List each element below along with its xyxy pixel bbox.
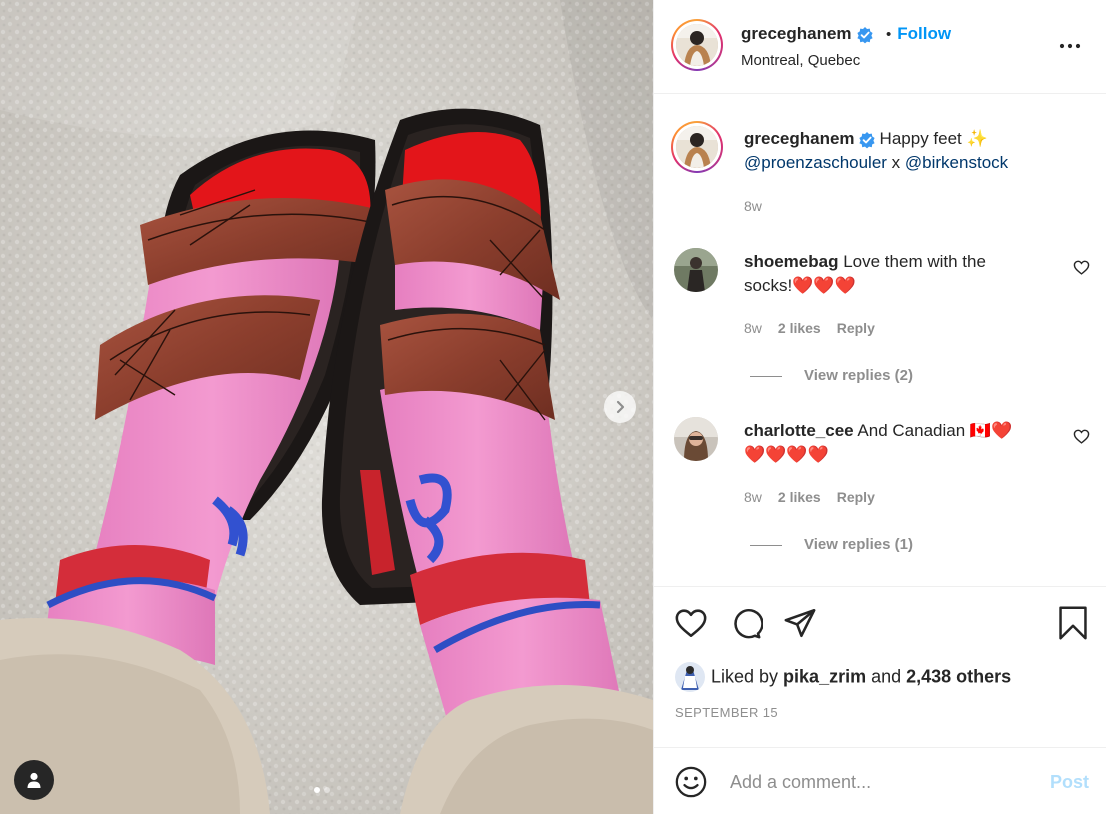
comment-text: ❤️❤️❤️❤️ (744, 445, 829, 464)
comment-bubble-icon[interactable] (729, 606, 763, 640)
comment-reply-button[interactable]: Reply (837, 489, 875, 505)
more-horizontal-icon (1059, 43, 1081, 49)
view-replies-line (750, 545, 782, 546)
likes-mid: and (866, 666, 907, 687)
liker-avatar-image (675, 662, 705, 692)
user-tags-button[interactable] (14, 760, 54, 800)
comments-list[interactable]: greceghanem Happy feet ✨ @proenzaschouler… (654, 94, 1106, 587)
comment-age[interactable]: 8w (744, 320, 762, 336)
carousel-next-button[interactable] (604, 391, 636, 423)
comment-text: And Canadian 🇨🇦❤️ (857, 421, 1013, 440)
comment-text: Love them with the (843, 252, 986, 271)
caption-avatar-image (676, 126, 718, 168)
post-caption: greceghanem Happy feet ✨ @proenzaschouler… (744, 127, 1074, 175)
post-photo[interactable] (0, 0, 653, 814)
user-tag-icon (27, 772, 41, 788)
comment-likes-count[interactable]: 2 likes (778, 320, 821, 336)
comment-text: socks!❤️❤️❤️ (744, 276, 856, 295)
author-avatar[interactable] (671, 19, 723, 71)
caption-author-avatar[interactable] (671, 121, 723, 173)
comment-body: charlotte_cee And Canadian 🇨🇦❤️ ❤️❤️❤️❤️ (744, 419, 1054, 467)
carousel-indicator (314, 787, 330, 793)
comment-likes-count[interactable]: 2 likes (778, 489, 821, 505)
post-location[interactable]: Montreal, Quebec (741, 52, 860, 69)
caption-mention-link[interactable]: @birkenstock (905, 153, 1008, 172)
bookmark-icon[interactable] (1056, 605, 1090, 641)
comment-input[interactable] (728, 768, 1032, 796)
author-username[interactable]: greceghanem (741, 24, 852, 43)
paper-plane-icon[interactable] (783, 606, 817, 640)
comment-reply-button[interactable]: Reply (837, 320, 875, 336)
post-dialog: greceghanem • Follow Montreal, Quebec gr… (0, 0, 1106, 814)
liker-avatar[interactable] (675, 662, 705, 692)
heart-icon[interactable] (674, 606, 708, 640)
comment-meta: 8w 2 likes Reply (744, 320, 875, 336)
photo-scene (0, 0, 653, 814)
view-replies-line (750, 376, 782, 377)
verified-badge-icon (858, 131, 875, 148)
carousel-dot-active (314, 787, 320, 793)
likes-prefix: Liked by (711, 666, 784, 687)
comment-avatar[interactable] (674, 417, 718, 461)
view-replies-button[interactable]: View replies (1) (804, 536, 913, 553)
liker-username[interactable]: pika_zrim (783, 667, 866, 687)
comment-body: shoemebag Love them with the socks!❤️❤️❤… (744, 250, 1054, 298)
likes-summary: Liked by pika_zrim and 2,438 others (675, 662, 1011, 692)
view-replies-button[interactable]: View replies (2) (804, 367, 913, 384)
caption-username[interactable]: greceghanem (744, 129, 855, 148)
more-options-button[interactable] (1058, 36, 1082, 61)
post-header: greceghanem • Follow Montreal, Quebec (654, 0, 1106, 94)
post-comment-button[interactable]: Post (1050, 772, 1089, 793)
add-comment-bar: Post (654, 747, 1106, 814)
comment-meta: 8w 2 likes Reply (744, 489, 875, 505)
follow-button[interactable]: Follow (897, 24, 951, 43)
caption-join-text: x (886, 153, 905, 172)
commenter-avatar-image (674, 248, 718, 292)
chevron-right-icon (616, 400, 625, 414)
comment-username[interactable]: charlotte_cee (744, 421, 854, 440)
emoji-smile-icon[interactable] (674, 765, 708, 799)
commenter-avatar-image (674, 417, 718, 461)
likes-others-link[interactable]: 2,438 others (906, 667, 1011, 687)
comment-like-heart-icon[interactable] (1073, 259, 1090, 276)
caption-text: Happy feet ✨ (879, 129, 988, 148)
post-side-panel: greceghanem • Follow Montreal, Quebec gr… (653, 0, 1106, 814)
post-date[interactable]: SEPTEMBER 15 (675, 705, 778, 720)
caption-mention-link[interactable]: @proenzaschouler (744, 153, 887, 172)
header-user-line: greceghanem • Follow (741, 24, 951, 44)
carousel-dot (324, 787, 330, 793)
comment-username[interactable]: shoemebag (744, 252, 838, 271)
comment-age[interactable]: 8w (744, 489, 762, 505)
comment-avatar[interactable] (674, 248, 718, 292)
author-avatar-image (676, 24, 718, 66)
verified-badge-icon (856, 26, 873, 44)
comment-like-heart-icon[interactable] (1073, 428, 1090, 445)
caption-age[interactable]: 8w (744, 198, 762, 214)
header-separator: • (886, 26, 892, 43)
